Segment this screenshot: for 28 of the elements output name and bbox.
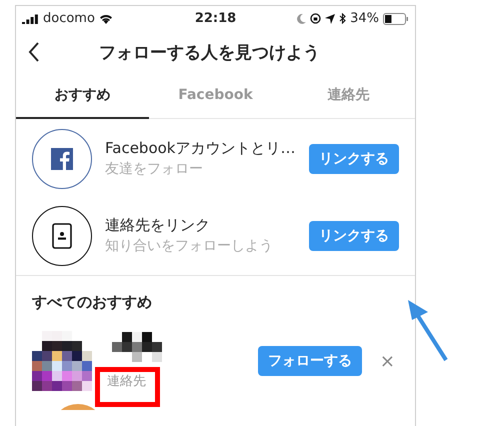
suggestion-subtitle: 連絡先 [107, 373, 147, 390]
tab[interactable]: Facebook [149, 73, 282, 119]
dismiss-button[interactable]: × [376, 350, 399, 372]
section-title: すべてのおすすめ [32, 293, 152, 311]
battery-icon [383, 12, 410, 24]
row-title: Facebookアカウントとリ… [105, 139, 296, 158]
rotation-lock-icon [310, 13, 322, 24]
carrier-name: docomo [43, 11, 95, 26]
row-subtitle: 知り合いをフォローしよう [105, 237, 274, 255]
link-button[interactable]: リンクする [309, 144, 399, 174]
bluetooth-icon [339, 13, 346, 24]
location-arrow-icon [325, 14, 336, 24]
moon-icon [297, 14, 306, 24]
facebook-icon [51, 148, 73, 170]
row-subtitle: 友達をフォロー [105, 160, 204, 178]
page-title: フォローする人を見つけよう [98, 42, 321, 64]
signal-icon [22, 14, 39, 24]
row-title: 連絡先をリンク [105, 216, 211, 235]
link-button[interactable]: リンクする [309, 220, 399, 250]
clock-time: 22:18 [194, 11, 236, 26]
highlight-frame [95, 367, 160, 407]
back-icon[interactable] [28, 42, 40, 62]
battery-percent: 34% [350, 11, 380, 26]
follow-button[interactable]: フォローする [258, 346, 362, 376]
contact-card-icon [52, 222, 72, 248]
wifi-icon [98, 13, 113, 24]
tab[interactable]: 連絡先 [282, 73, 415, 119]
tab[interactable]: おすすめ [16, 73, 149, 119]
